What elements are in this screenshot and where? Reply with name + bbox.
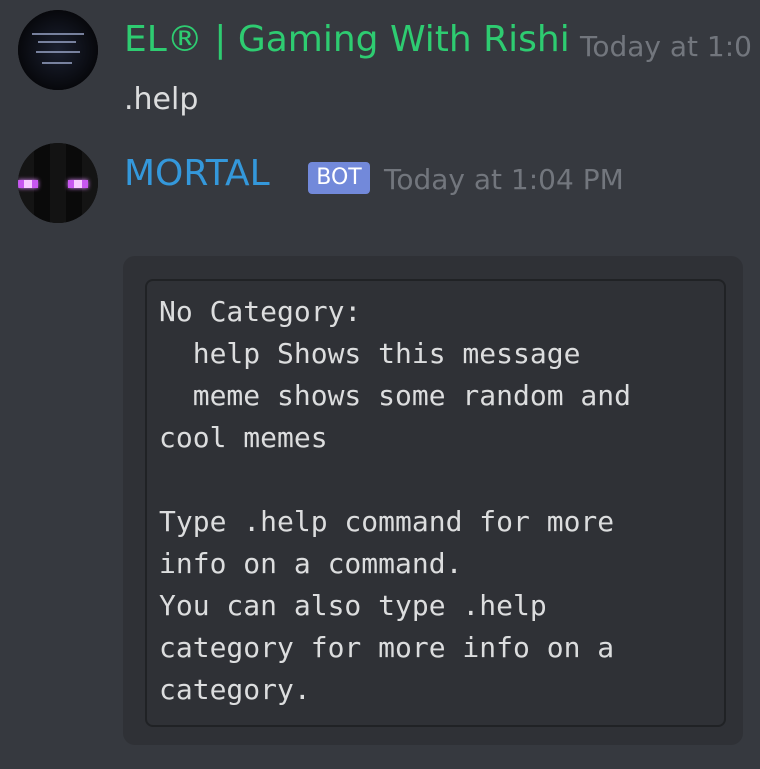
bot-username[interactable]: MORTAL bbox=[124, 156, 270, 192]
user-avatar[interactable] bbox=[18, 10, 98, 90]
left-eye bbox=[18, 180, 38, 188]
message-content: .help bbox=[124, 82, 199, 117]
bot-avatar[interactable] bbox=[18, 143, 98, 223]
code-block: No Category: help Shows this message mem… bbox=[145, 279, 726, 727]
help-message-text: No Category: help Shows this message mem… bbox=[159, 295, 632, 706]
server-banner-avatar-icon bbox=[18, 10, 98, 90]
right-eye bbox=[68, 180, 88, 188]
username[interactable]: EL® | Gaming With Rishi bbox=[124, 22, 570, 58]
code-block-container: No Category: help Shows this message mem… bbox=[123, 256, 743, 745]
message-timestamp[interactable]: Today at 1:04 PM bbox=[384, 163, 624, 196]
message-timestamp[interactable]: Today at 1:0 bbox=[580, 30, 752, 63]
bot-badge: BOT bbox=[308, 162, 370, 194]
